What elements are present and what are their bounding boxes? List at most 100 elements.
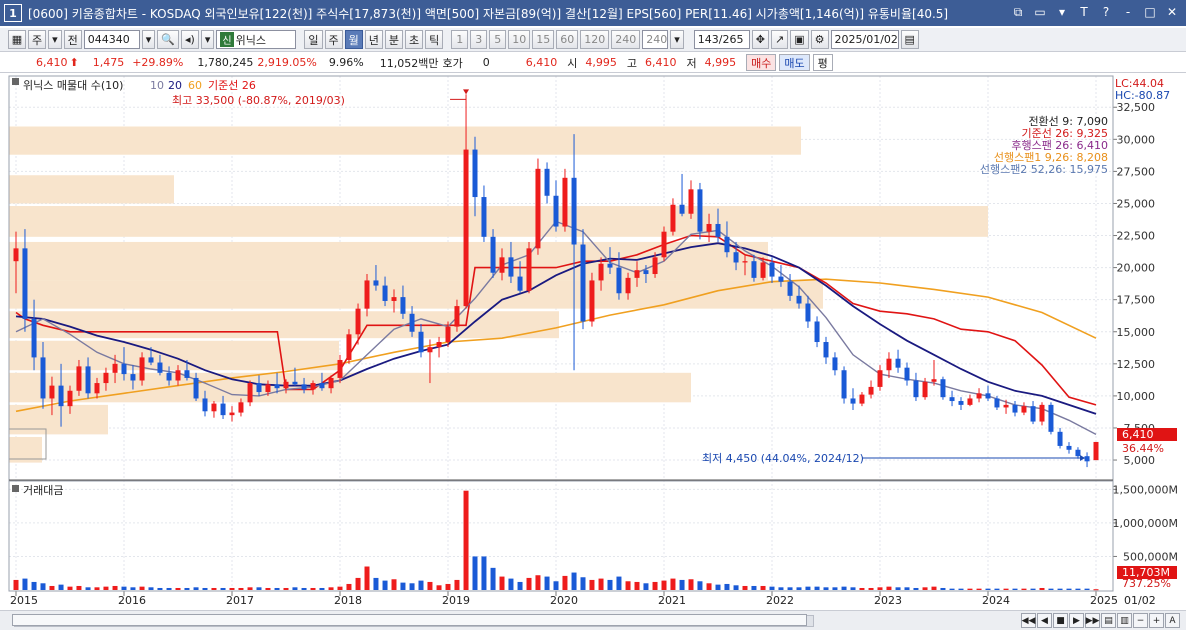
scroll-thumb[interactable] [12, 614, 807, 626]
volume-panel-title: 거래대금 [23, 484, 63, 497]
scroll-right-icon[interactable]: ▶▶ [1085, 613, 1100, 628]
interval-dropdown-icon[interactable]: ▾ [670, 30, 684, 49]
sell-button[interactable]: 매도 [779, 54, 810, 71]
candle-body [499, 257, 505, 273]
interval-value-input[interactable]: 240 [642, 30, 669, 49]
close-icon[interactable]: ✕ [1164, 4, 1180, 20]
step-forward-icon[interactable]: ▶ [1069, 613, 1084, 628]
interval-15[interactable]: 15 [532, 30, 555, 49]
price-tick-label: 32,500 [1117, 101, 1156, 114]
all-button[interactable]: 전 [63, 30, 82, 49]
price-tick-label: 17,500 [1117, 294, 1156, 307]
volume-bar [796, 587, 802, 590]
volume-bar [904, 587, 910, 590]
volume-bar [121, 586, 127, 590]
volume-bar [544, 576, 550, 590]
stock-code-input[interactable]: 044340 [83, 30, 140, 49]
flat-button[interactable]: 평 [812, 54, 833, 71]
candle-body [1066, 445, 1072, 450]
date-input[interactable]: 2025/01/02 [830, 30, 899, 49]
candle-body [886, 358, 892, 371]
help-icon[interactable]: ? [1098, 4, 1114, 20]
volume-profile-bar [9, 372, 691, 403]
period-year[interactable]: 년 [364, 30, 383, 49]
period-day[interactable]: 일 [304, 30, 323, 49]
code-dropdown-icon[interactable]: ▾ [141, 30, 156, 49]
interval-240[interactable]: 240 [611, 30, 641, 49]
draw-tool-icon[interactable]: ↗ [771, 30, 789, 49]
stop-icon[interactable]: ■ [1053, 613, 1068, 628]
zoom-out-icon[interactable]: − [1133, 613, 1148, 628]
market-select[interactable]: 주 [28, 30, 47, 49]
candle-body [877, 370, 883, 387]
candle-body [22, 248, 28, 319]
interval-1[interactable]: 1 [451, 30, 469, 49]
volume-bar [481, 556, 487, 590]
volume-bar [643, 583, 649, 590]
candle-body [409, 313, 415, 332]
volume-bar [355, 577, 361, 590]
dropdown-icon[interactable]: ▾ [1054, 4, 1070, 20]
volume-bar [985, 588, 991, 590]
legend-kijun: 기준선 26 [208, 79, 256, 92]
sound-dropdown-icon[interactable]: ▾ [200, 30, 215, 49]
buy-button[interactable]: 매수 [746, 54, 777, 71]
volume-bar [1003, 588, 1009, 590]
low-price: 4,995 [704, 56, 737, 69]
sound-icon[interactable]: ◂) [181, 30, 199, 49]
time-tick-label: 2022 [766, 594, 794, 607]
candle-body [355, 308, 361, 335]
data-count-field[interactable]: 143/265 [693, 30, 750, 49]
crosshair-icon[interactable]: ✥ [751, 30, 769, 49]
candle-body [958, 401, 964, 405]
volume-bar [949, 588, 955, 590]
interval-120[interactable]: 120 [580, 30, 610, 49]
chart-navigation: ◀◀ ◀ ■ ▶ ▶▶ ▤ ▥ − + A [1021, 613, 1180, 628]
volume-bar [1057, 588, 1063, 590]
period-week[interactable]: 주 [324, 30, 343, 49]
interval-5[interactable]: 5 [489, 30, 507, 49]
save-icon[interactable]: ▣ [790, 30, 809, 49]
volume-bar [553, 581, 559, 590]
candle-body [670, 204, 676, 232]
volume-profile-bar [9, 206, 988, 237]
zoom-fit-icon[interactable]: ▤ [1101, 613, 1116, 628]
price-volume-chart[interactable]: 32,500 30,000 27,500 25,000 22,500 20,000 17,5… [0, 74, 1186, 614]
zoom-in-icon[interactable]: + [1149, 613, 1164, 628]
volume-bar [292, 587, 298, 590]
stock-name: 위닉스 [235, 33, 266, 47]
volume-bar [184, 587, 190, 590]
chart-scrollbar[interactable]: ◀◀ ◀ ■ ▶ ▶▶ ▤ ▥ − + A [0, 610, 1186, 630]
candle-body [121, 363, 127, 375]
period-tick[interactable]: 틱 [425, 30, 444, 49]
chart-area[interactable]: 32,500 30,000 27,500 25,000 22,500 20,000 17,5… [0, 74, 1186, 614]
interval-3[interactable]: 3 [470, 30, 488, 49]
interval-10[interactable]: 10 [508, 30, 531, 49]
candle-body [130, 374, 136, 381]
font-icon[interactable]: T [1076, 4, 1092, 20]
candle-body [481, 197, 487, 237]
market-dropdown-icon[interactable]: ▾ [48, 30, 62, 49]
step-back-icon[interactable]: ◀ [1037, 613, 1052, 628]
period-month[interactable]: 월 [344, 30, 363, 49]
maximize-icon[interactable]: □ [1142, 4, 1158, 20]
gear-icon[interactable]: ⚙ [810, 30, 829, 49]
interval-60[interactable]: 60 [556, 30, 579, 49]
volume-profile-bar [9, 340, 339, 371]
candle-body [508, 257, 514, 277]
period-second[interactable]: 초 [405, 30, 424, 49]
search-icon[interactable]: 🔍 [157, 30, 180, 49]
font-size-icon[interactable]: A [1165, 613, 1180, 628]
calendar-icon[interactable]: ▤ [900, 30, 919, 49]
stock-name-field[interactable]: 신 위닉스 [216, 30, 297, 49]
scroll-left-icon[interactable]: ◀◀ [1021, 613, 1036, 628]
layout-icon[interactable]: ▦ [8, 30, 26, 49]
minimize-icon[interactable]: - [1120, 4, 1136, 20]
period-minute[interactable]: 분 [384, 30, 403, 49]
zoom-region-icon[interactable]: ▥ [1117, 613, 1132, 628]
candle-body [427, 347, 433, 353]
candle-body [850, 398, 856, 404]
volume-pct: 2,919.05% [257, 56, 317, 69]
link-icon[interactable]: ⧉ [1010, 4, 1026, 20]
layout-icon[interactable]: ▭ [1032, 4, 1048, 20]
